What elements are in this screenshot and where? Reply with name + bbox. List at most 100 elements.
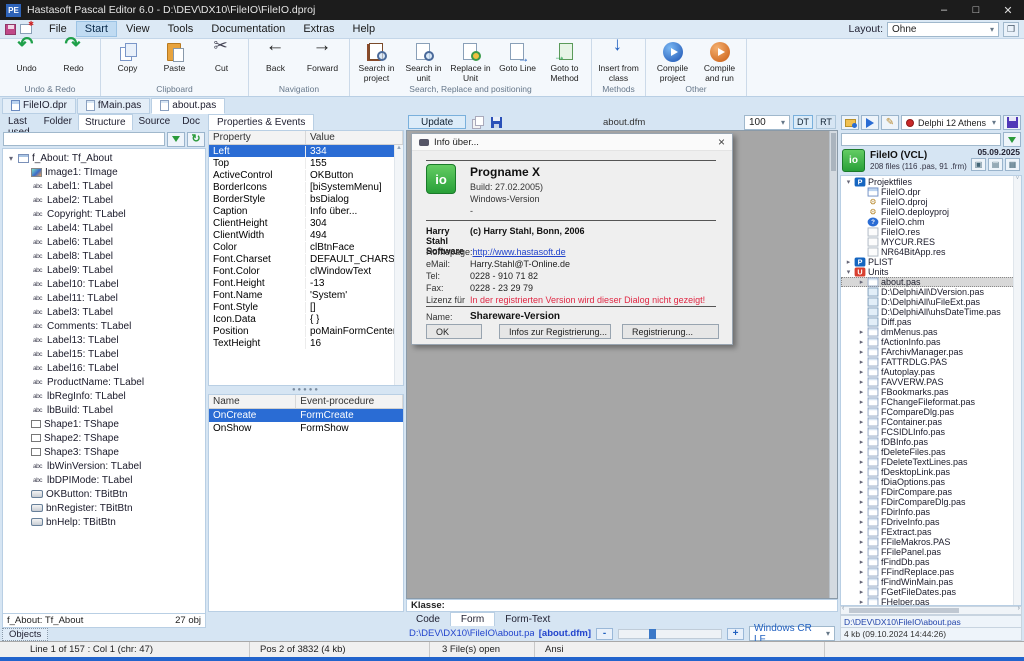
project-tree-item[interactable]: FContainer.pas [841, 417, 1021, 427]
object-tree-item[interactable]: Label2: TLabel [3, 193, 205, 207]
property-grid-scrollbar[interactable]: ▲ [394, 145, 403, 385]
document-tab[interactable]: fMain.pas [77, 98, 150, 114]
project-tree-item[interactable]: FCSIDLInfo.pas [841, 427, 1021, 437]
property-row[interactable]: Font.Style [] [209, 301, 403, 313]
project-tree-item[interactable]: D:\DelphiAll\DVersion.pas [841, 287, 1021, 297]
filter-button[interactable] [167, 132, 185, 147]
project-tree-scrollbar[interactable]: ˅ [1013, 176, 1021, 605]
project-tree-item[interactable]: about.pas [841, 277, 1021, 287]
project-tree-item[interactable]: Projektfiles [841, 177, 1021, 187]
ribbon-button[interactable]: Compile project [649, 40, 696, 83]
designer-canvas[interactable]: Info über... × io Progname X Build: 27.0… [406, 130, 838, 599]
open-folder-button[interactable] [841, 115, 859, 130]
properties-events-tab[interactable]: Properties & Events [208, 114, 314, 130]
zoom-slider[interactable] [618, 629, 722, 639]
project-tree-item[interactable]: FileIO.deployproj [841, 207, 1021, 217]
project-tree-item[interactable]: FAVVERW.PAS [841, 377, 1021, 387]
object-tree-item[interactable]: lbBuild: TLabel [3, 403, 205, 417]
info-button[interactable]: ▤ [988, 158, 1003, 171]
panel-splitter[interactable]: ●●●●● [208, 386, 404, 394]
ribbon-button[interactable]: Cut [198, 40, 245, 74]
property-row[interactable]: Caption Info über... [209, 205, 403, 217]
ribbon-button[interactable]: Forward [299, 40, 346, 74]
project-tree-item[interactable]: FFindReplace.pas [841, 567, 1021, 577]
object-tree-item[interactable]: Shape3: TShape [3, 445, 205, 459]
ribbon-button[interactable]: Copy [104, 40, 151, 74]
hscroll-thumb[interactable] [849, 608, 959, 613]
project-tree-item[interactable]: PLIST [841, 257, 1021, 267]
file-path-link[interactable]: D:\DEV\DX10\FileIO\about.pas [409, 628, 534, 639]
property-row[interactable]: Font.Height -13 [209, 277, 403, 289]
property-row[interactable]: ActiveControl OKButton [209, 169, 403, 181]
ribbon-button[interactable]: Compile and run [696, 40, 743, 83]
object-tree-item[interactable]: Label15: TLabel [3, 347, 205, 361]
project-tree-item[interactable]: dmMenus.pas [841, 327, 1021, 337]
project-filter-button[interactable] [1003, 132, 1021, 147]
ribbon-button[interactable]: Undo [3, 40, 50, 74]
project-tree-item[interactable]: FDirCompare.pas [841, 487, 1021, 497]
project-tree-item[interactable]: Units [841, 267, 1021, 277]
object-tree-item[interactable]: Label11: TLabel [3, 291, 205, 305]
structure-panel-tab[interactable]: Last used [2, 114, 38, 130]
project-tree-item[interactable]: FDirCompareDlg.pas [841, 497, 1021, 507]
ribbon-button[interactable]: Goto Line [494, 40, 541, 74]
objects-tab[interactable]: Objects [2, 628, 48, 641]
zoom-in-button[interactable]: + [727, 628, 744, 640]
project-tree-item[interactable]: D:\DelphiAll\uFileExt.pas [841, 297, 1021, 307]
run-button[interactable] [861, 115, 879, 130]
quick-save-icon[interactable] [5, 24, 16, 35]
project-tree-item[interactable]: FATTRDLG.PAS [841, 357, 1021, 367]
object-tree-item[interactable]: Label4: TLabel [3, 221, 205, 235]
object-tree-item[interactable]: ProductName: TLabel [3, 375, 205, 389]
dialog-button[interactable]: Infos zur Registrierung... [499, 324, 611, 339]
ribbon-button[interactable]: Redo [50, 40, 97, 74]
zoom-select[interactable]: 100▾ [744, 115, 790, 130]
structure-panel-tab[interactable]: Folder [38, 114, 78, 130]
property-row[interactable]: Font.Name 'System' [209, 289, 403, 301]
object-tree-item[interactable]: bnHelp: TBitBtn [3, 515, 205, 529]
editor-view-tab[interactable]: Form [450, 612, 495, 626]
layout-select[interactable]: Ohne▾ [887, 22, 999, 37]
structure-search-input[interactable] [3, 132, 165, 146]
canvas-scrollbar[interactable] [829, 131, 837, 598]
project-tree-item[interactable]: FFileMakros.PAS [841, 537, 1021, 547]
property-row[interactable]: Position poMainFormCenter [209, 325, 403, 337]
menu-item[interactable]: Help [344, 21, 385, 37]
project-tree-item[interactable]: fAutoplay.pas [841, 367, 1021, 377]
column-header-property[interactable]: Property [209, 131, 306, 144]
ribbon-button[interactable]: Replace in Unit [447, 40, 494, 83]
project-tree-item[interactable]: fDBInfo.pas [841, 437, 1021, 447]
save-project-button[interactable] [1003, 115, 1021, 130]
dialog-close-icon[interactable]: × [718, 135, 725, 149]
line-ending-select[interactable]: Windows CR LF▾ [749, 626, 835, 641]
event-row[interactable]: OnCreate FormCreate [209, 409, 403, 422]
property-row[interactable]: Icon.Data { } [209, 313, 403, 325]
property-row[interactable]: BorderIcons [biSystemMenu] [209, 181, 403, 193]
update-button[interactable]: Update [408, 115, 466, 129]
property-row[interactable]: ClientHeight 304 [209, 217, 403, 229]
menu-item[interactable]: View [117, 21, 159, 37]
property-row[interactable]: Color clBtnFace [209, 241, 403, 253]
project-tree-item[interactable]: FDriveInfo.pas [841, 517, 1021, 527]
project-tree-item[interactable]: FExtract.pas [841, 527, 1021, 537]
close-button[interactable]: ✕ [992, 0, 1024, 20]
property-row[interactable]: ClientWidth 494 [209, 229, 403, 241]
ribbon-button[interactable]: Insert from class [595, 40, 642, 83]
ribbon-button[interactable]: Back [252, 40, 299, 74]
object-tree-item[interactable]: Label8: TLabel [3, 249, 205, 263]
save-form-button[interactable] [488, 115, 504, 129]
refresh-button[interactable]: ↻ [187, 132, 205, 147]
menu-item[interactable]: Start [76, 21, 117, 37]
document-tab[interactable]: FileIO.dpr [2, 98, 76, 114]
structure-panel-tab[interactable]: Source [133, 114, 177, 130]
project-tree-item[interactable]: fDiaOptions.pas [841, 477, 1021, 487]
object-tree-item[interactable]: Image1: TImage [3, 165, 205, 179]
project-tree-item[interactable]: fDesktopLink.pas [841, 467, 1021, 477]
object-tree-item[interactable]: Label16: TLabel [3, 361, 205, 375]
ribbon-button[interactable]: Search in project [353, 40, 400, 83]
object-tree-item[interactable]: Shape2: TShape [3, 431, 205, 445]
dt-button[interactable]: DT [793, 115, 813, 129]
object-tree-item[interactable]: lbRegInfo: TLabel [3, 389, 205, 403]
project-tree-item[interactable]: FChangeFileformat.pas [841, 397, 1021, 407]
project-tree-item[interactable]: FCompareDlg.pas [841, 407, 1021, 417]
